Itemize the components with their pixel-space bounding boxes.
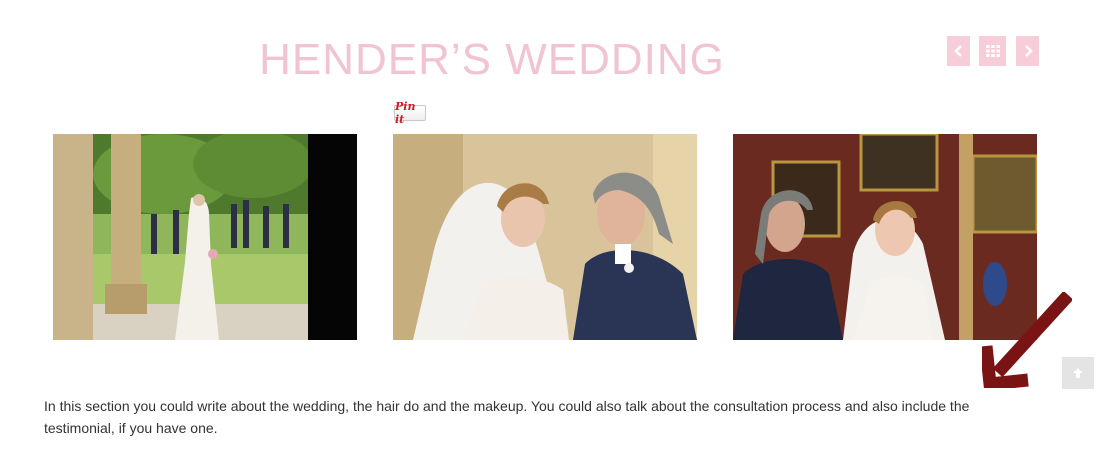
bride-and-groom-smiling-photo[interactable] — [393, 134, 697, 340]
previous-button[interactable] — [947, 36, 970, 66]
description-text: In this section you could write about th… — [44, 398, 970, 436]
grid-view-button[interactable] — [979, 36, 1006, 66]
pin-it-button[interactable]: Pin it — [394, 100, 426, 126]
bride-on-terrace-photo[interactable] — [53, 134, 357, 340]
gallery-page: HENDER’S WEDDING Pin it In this section … — [0, 0, 1104, 453]
grid-icon — [985, 45, 1000, 57]
next-button[interactable] — [1016, 36, 1039, 66]
photo-image — [53, 134, 357, 340]
chevron-left-icon — [953, 45, 962, 57]
scroll-to-top-button[interactable] — [1062, 357, 1094, 389]
page-title: HENDER’S WEDDING — [259, 35, 725, 84]
annotation-arrow-icon — [982, 292, 1072, 388]
chevron-right-icon — [1024, 45, 1033, 57]
arrow-up-icon — [1073, 368, 1083, 378]
photo-image — [393, 134, 697, 340]
